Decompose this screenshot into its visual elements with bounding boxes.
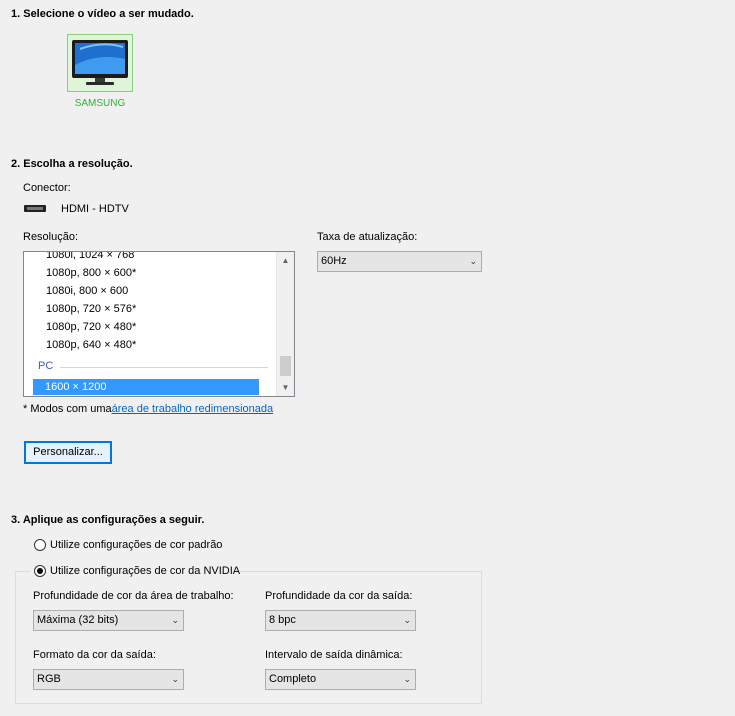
- scroll-down-icon[interactable]: ▼: [277, 379, 294, 396]
- list-item-selected[interactable]: 1600 × 1200: [33, 379, 259, 395]
- refresh-rate-label: Taxa de atualização:: [317, 231, 418, 243]
- radio-default-color-label[interactable]: Utilize configurações de cor padrão: [50, 539, 222, 551]
- display-name: SAMSUNG: [74, 98, 126, 109]
- output-depth-value: 8 bpc: [269, 614, 296, 626]
- refresh-rate-value: 60Hz: [321, 255, 347, 267]
- connector-label: Conector:: [23, 182, 71, 194]
- list-item[interactable]: 1080i, 800 × 600: [46, 282, 128, 300]
- list-group-label: PC: [38, 360, 54, 372]
- output-depth-select[interactable]: 8 bpc ⌄: [265, 610, 416, 631]
- connector-value: HDMI - HDTV: [61, 203, 129, 215]
- output-depth-label: Profundidade da cor da saída:: [265, 590, 413, 602]
- hdmi-icon: [24, 205, 46, 212]
- dynamic-range-value: Completo: [269, 673, 317, 685]
- dynamic-range-select[interactable]: Completo ⌄: [265, 669, 416, 690]
- refresh-rate-select[interactable]: 60Hz ⌄: [317, 251, 482, 272]
- note-text: * Modos com uma: [23, 403, 112, 415]
- scaled-modes-note: * Modos com umaárea de trabalho redimens…: [23, 403, 273, 415]
- resolution-scrollbar[interactable]: ▲ ▼: [276, 252, 294, 396]
- desktop-depth-value: Máxima (32 bits): [37, 614, 119, 626]
- scroll-up-icon[interactable]: ▲: [277, 252, 294, 269]
- step1-title: 1. Selecione o vídeo a ser mudado.: [11, 8, 194, 20]
- desktop-depth-label: Profundidade de cor da área de trabalho:: [33, 590, 234, 602]
- chevron-down-icon: ⌄: [403, 674, 411, 684]
- list-group-divider: [60, 367, 268, 368]
- step3-title: 3. Aplique as configurações a seguir.: [11, 514, 205, 526]
- radio-nvidia-color[interactable]: [34, 565, 46, 577]
- output-format-select[interactable]: RGB ⌄: [33, 669, 184, 690]
- step2-title: 2. Escolha a resolução.: [11, 158, 133, 170]
- chevron-down-icon: ⌄: [171, 674, 179, 684]
- resolution-list[interactable]: 1080i, 1024 × 768 1080p, 800 × 600* 1080…: [23, 251, 295, 397]
- dynamic-range-label: Intervalo de saída dinâmica:: [265, 649, 403, 661]
- scroll-thumb[interactable]: [280, 356, 291, 376]
- desktop-depth-select[interactable]: Máxima (32 bits) ⌄: [33, 610, 184, 631]
- scaled-desktop-link[interactable]: área de trabalho redimensionada: [112, 403, 273, 415]
- radio-default-color[interactable]: [34, 539, 46, 551]
- output-format-label: Formato da cor da saída:: [33, 649, 156, 661]
- list-item[interactable]: 1080p, 800 × 600*: [46, 264, 136, 282]
- resolution-label: Resolução:: [23, 231, 79, 243]
- output-format-value: RGB: [37, 673, 61, 685]
- display-tile-samsung[interactable]: [67, 34, 133, 92]
- monitor-icon: [72, 40, 128, 85]
- chevron-down-icon: ⌄: [469, 256, 477, 266]
- list-item[interactable]: 1080i, 1024 × 768: [46, 252, 134, 264]
- list-item[interactable]: 1080p, 720 × 480*: [46, 318, 136, 336]
- chevron-down-icon: ⌄: [403, 615, 411, 625]
- chevron-down-icon: ⌄: [171, 615, 179, 625]
- customize-button[interactable]: Personalizar...: [24, 441, 112, 464]
- list-item[interactable]: 1080p, 640 × 480*: [46, 336, 136, 354]
- radio-nvidia-color-label[interactable]: Utilize configurações de cor da NVIDIA: [50, 565, 240, 577]
- list-item[interactable]: 1080p, 720 × 576*: [46, 300, 136, 318]
